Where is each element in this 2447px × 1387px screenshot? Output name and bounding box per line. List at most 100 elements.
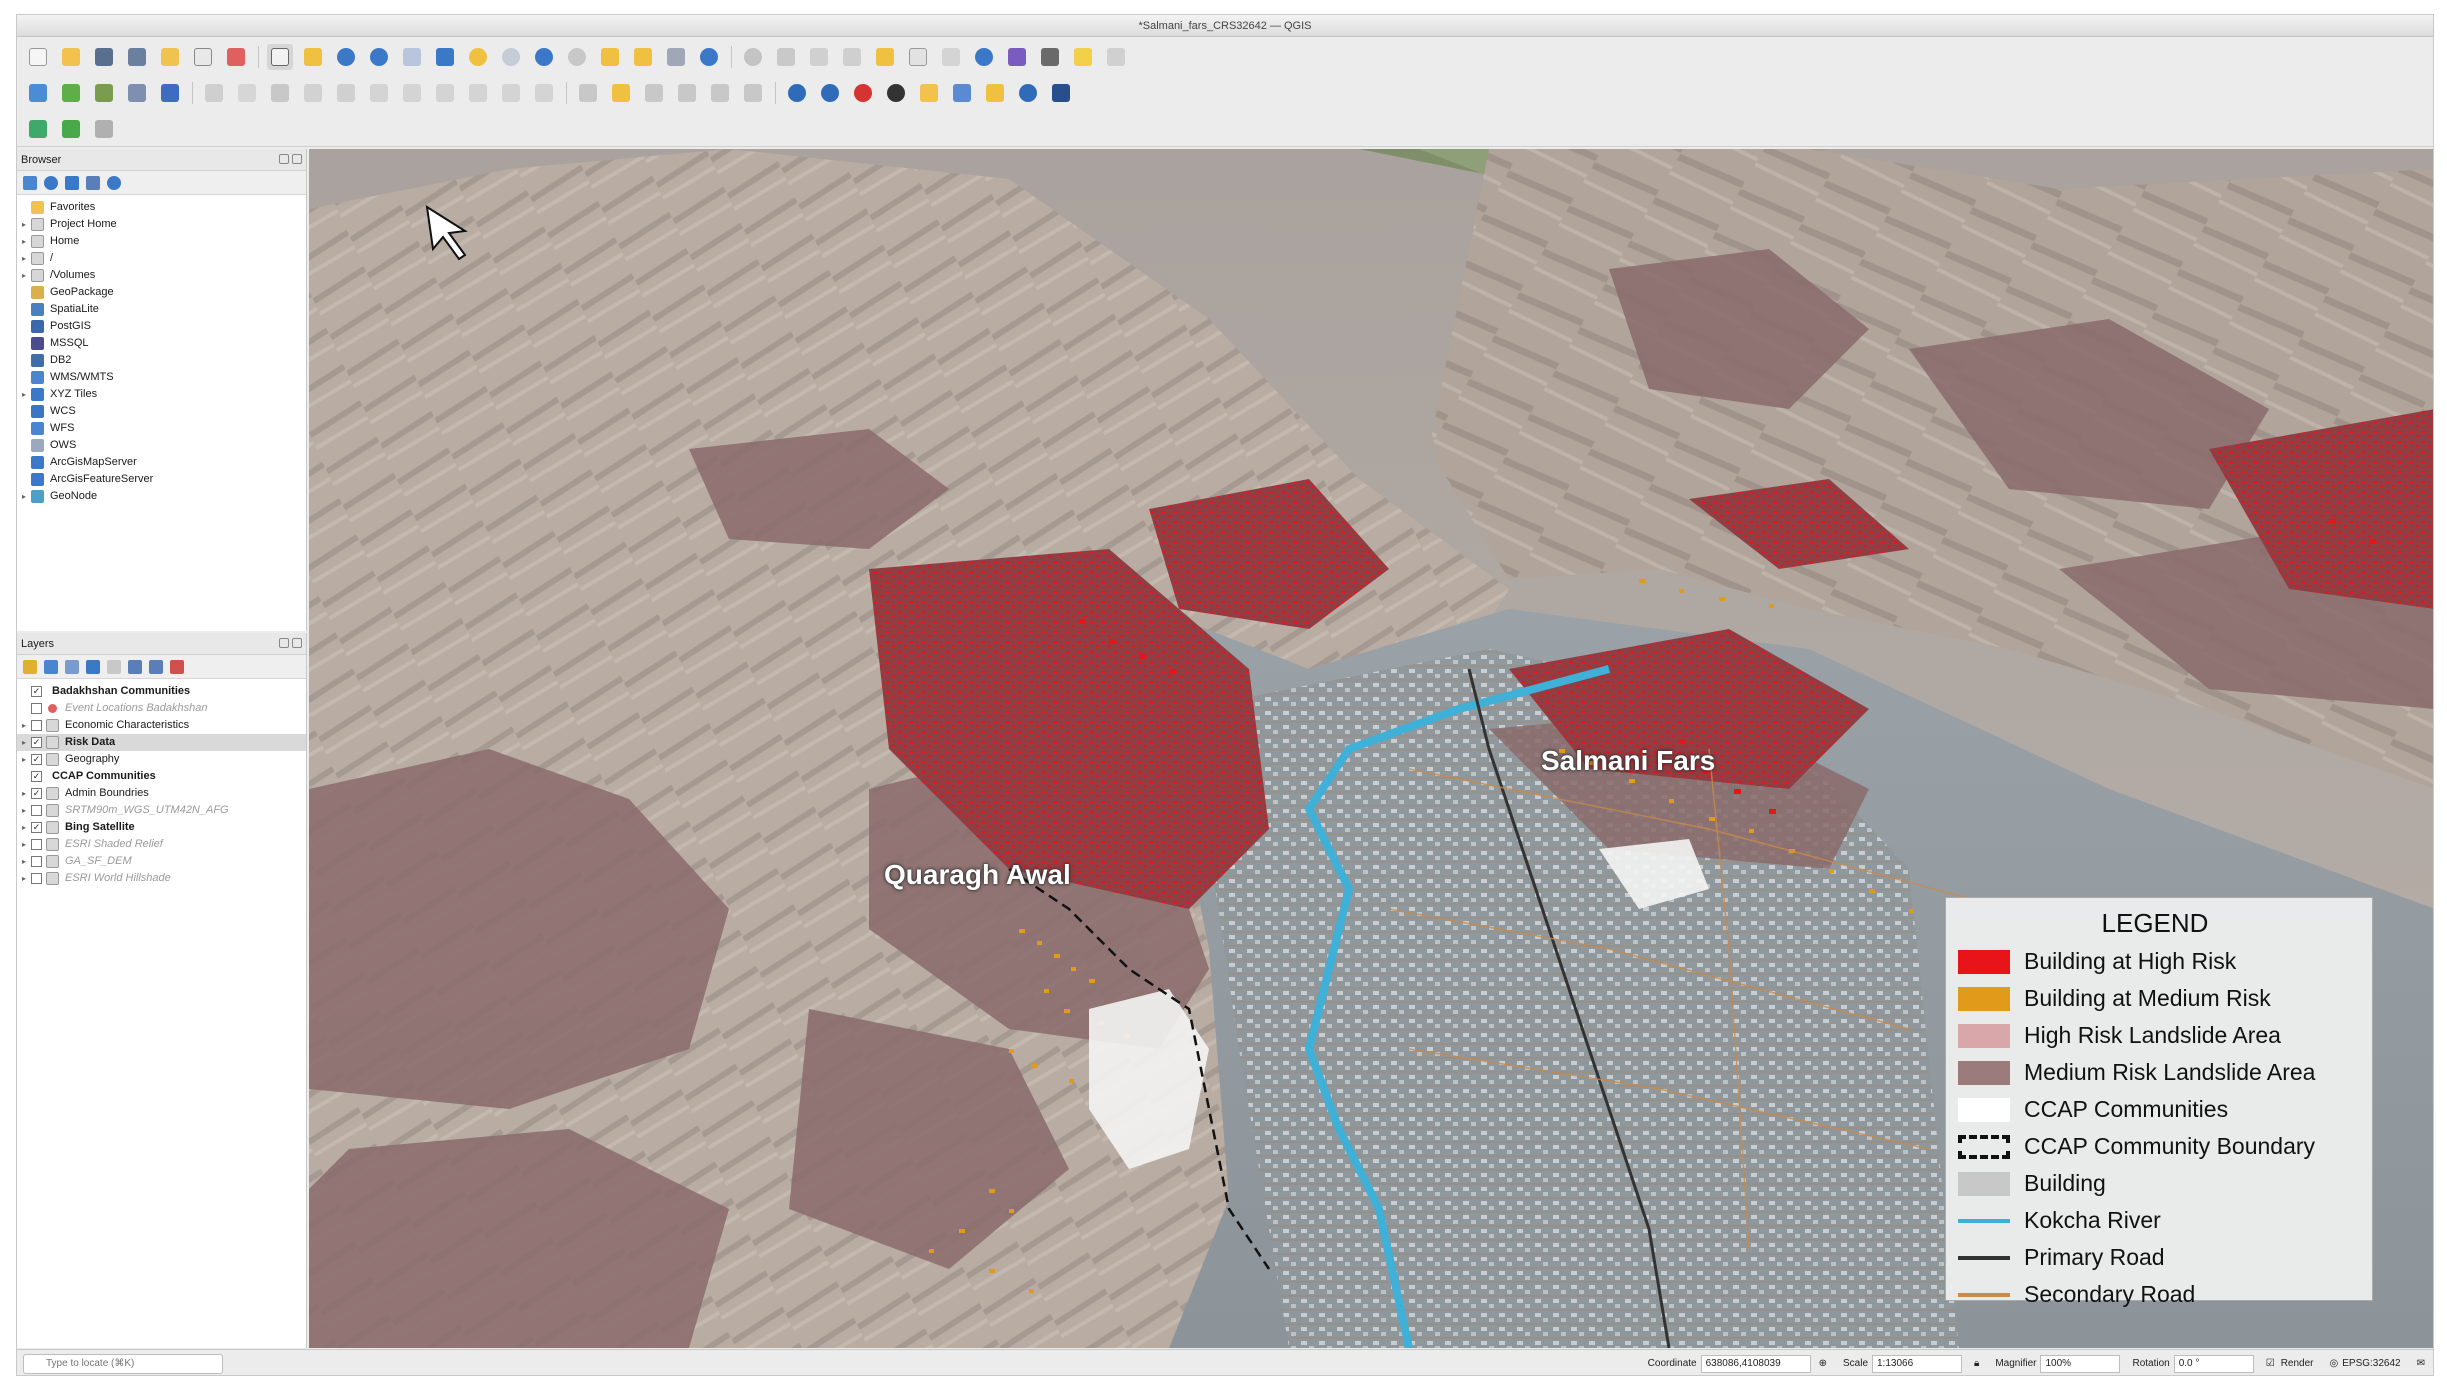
style-manager-button[interactable]: [223, 44, 249, 70]
new-print-layout-button[interactable]: [157, 44, 183, 70]
layer-item[interactable]: ▸ GA_SF_DEM: [17, 853, 306, 870]
bookmark-button[interactable]: [663, 44, 689, 70]
add-selected-icon[interactable]: [23, 175, 37, 190]
render-checkbox[interactable]: ☑: [2266, 1358, 2275, 1369]
vertex-tool-button[interactable]: [333, 80, 359, 106]
record-button[interactable]: [850, 80, 876, 106]
browser-item[interactable]: GeoPackage: [17, 284, 306, 301]
browser-item[interactable]: ArcGisFeatureServer: [17, 471, 306, 488]
layer-item[interactable]: ▸ SRTM90m_WGS_UTM42N_AFG: [17, 802, 306, 819]
layer-item[interactable]: ✓ Badakhshan Communities: [17, 683, 306, 700]
expand-arrow-icon[interactable]: ▸: [17, 751, 31, 768]
manage-themes-icon[interactable]: [65, 659, 79, 674]
add-vector-layer-button[interactable]: [58, 80, 84, 106]
magnifier-spinbox[interactable]: 100%: [2040, 1354, 2121, 1373]
refresh-icon[interactable]: [44, 175, 58, 190]
layer-visibility-checkbox[interactable]: ✓: [31, 754, 42, 765]
browser-item[interactable]: MSSQL: [17, 335, 306, 352]
browser-item[interactable]: ▸ /Volumes: [17, 267, 306, 284]
zoom-native-button[interactable]: [531, 44, 557, 70]
browser-item[interactable]: ▸ GeoNode: [17, 488, 306, 505]
zoom-full-button[interactable]: [432, 44, 458, 70]
locator-search-input[interactable]: [23, 1353, 223, 1374]
layer-visibility-checkbox[interactable]: [31, 856, 42, 867]
pan-button[interactable]: [267, 44, 293, 70]
save-edits-button[interactable]: [267, 80, 293, 106]
help-button[interactable]: [1048, 80, 1074, 106]
rotate-label-button[interactable]: [707, 80, 733, 106]
add-raster-layer-button[interactable]: [91, 80, 117, 106]
crs-toggle-icon[interactable]: ⊕: [1819, 1358, 1827, 1369]
expand-arrow-icon[interactable]: ▸: [17, 802, 31, 819]
browser-item[interactable]: ▸ /: [17, 250, 306, 267]
identify-button[interactable]: [740, 44, 766, 70]
zoom-in-button[interactable]: [333, 44, 359, 70]
pin-labels-button[interactable]: [608, 80, 634, 106]
redo-button[interactable]: [531, 80, 557, 106]
statistics-button[interactable]: [938, 44, 964, 70]
expand-arrow-icon[interactable]: ▸: [17, 250, 31, 267]
layer-item[interactable]: ▸ ✓ Risk Data: [17, 734, 306, 751]
layer-item[interactable]: ▸ ✓ Geography: [17, 751, 306, 768]
expand-arrow-icon[interactable]: ▸: [17, 717, 31, 734]
layer-item[interactable]: ▸ ESRI World Hillshade: [17, 870, 306, 887]
plugin-crs-button[interactable]: [58, 116, 84, 142]
browser-item[interactable]: ▸ Project Home: [17, 216, 306, 233]
layer-visibility-checkbox[interactable]: ✓: [31, 822, 42, 833]
data-source-manager-button[interactable]: [25, 80, 51, 106]
sum-button[interactable]: [1004, 44, 1030, 70]
history-button[interactable]: [1015, 80, 1041, 106]
expand-arrow-icon[interactable]: ▸: [17, 267, 31, 284]
lock-scale-icon[interactable]: 🔒︎: [1974, 1358, 1979, 1369]
browser-item[interactable]: ArcGisMapServer: [17, 454, 306, 471]
toolbox-button[interactable]: [971, 44, 997, 70]
layer-item[interactable]: ✓ CCAP Communities: [17, 768, 306, 785]
plugin-geocoder-button[interactable]: [25, 116, 51, 142]
expand-arrow-icon[interactable]: ▸: [17, 386, 31, 403]
undo-button[interactable]: [498, 80, 524, 106]
expand-arrow-icon[interactable]: ▸: [17, 785, 31, 802]
layer-visibility-checkbox[interactable]: [31, 839, 42, 850]
browser-item[interactable]: ▸ Home: [17, 233, 306, 250]
filter-icon[interactable]: [65, 175, 79, 190]
add-group-icon[interactable]: [44, 659, 58, 674]
collapse-all-icon[interactable]: [86, 175, 100, 190]
delete-selected-button[interactable]: [366, 80, 392, 106]
copy-features-button[interactable]: [432, 80, 458, 106]
layer-item[interactable]: ▸ ✓ Admin Boundries: [17, 785, 306, 802]
measure-button[interactable]: [1037, 44, 1063, 70]
layer-item[interactable]: Event Locations Badakhshan: [17, 700, 306, 717]
layer-visibility-checkbox[interactable]: ✓: [31, 737, 42, 748]
collapse-all-icon[interactable]: [149, 659, 163, 674]
plugin-shield-button[interactable]: [91, 116, 117, 142]
new-3d-view-button[interactable]: [630, 44, 656, 70]
expand-arrow-icon[interactable]: ▸: [17, 836, 31, 853]
zoom-to-layer-button[interactable]: [498, 44, 524, 70]
new-layer-button[interactable]: [124, 80, 150, 106]
refresh-button[interactable]: [696, 44, 722, 70]
layer-visibility-checkbox[interactable]: [31, 720, 42, 731]
browser-item[interactable]: PostGIS: [17, 318, 306, 335]
info-icon[interactable]: [107, 175, 121, 190]
annotation-button[interactable]: [1103, 44, 1129, 70]
map-tips-button[interactable]: [1070, 44, 1096, 70]
georeferencer-button[interactable]: [982, 80, 1008, 106]
cut-features-button[interactable]: [399, 80, 425, 106]
close-panel-icon[interactable]: [292, 154, 302, 164]
filter-icon[interactable]: [86, 659, 100, 674]
layer-item[interactable]: ▸ ✓ Bing Satellite: [17, 819, 306, 836]
digitize-button[interactable]: [300, 80, 326, 106]
layout-manager-button[interactable]: [190, 44, 216, 70]
style-icon[interactable]: [23, 659, 37, 674]
pan-to-selection-button[interactable]: [300, 44, 326, 70]
label-settings-button[interactable]: [641, 80, 667, 106]
zoom-out-button[interactable]: [366, 44, 392, 70]
web-search-button[interactable]: [817, 80, 843, 106]
change-label-button[interactable]: [740, 80, 766, 106]
browser-item[interactable]: WFS: [17, 420, 306, 437]
expand-arrow-icon[interactable]: ▸: [17, 870, 31, 887]
web-browse-button[interactable]: [784, 80, 810, 106]
browser-item[interactable]: ▸ XYZ Tiles: [17, 386, 306, 403]
select-by-value-button[interactable]: [872, 44, 898, 70]
expand-arrow-icon[interactable]: ▸: [17, 853, 31, 870]
